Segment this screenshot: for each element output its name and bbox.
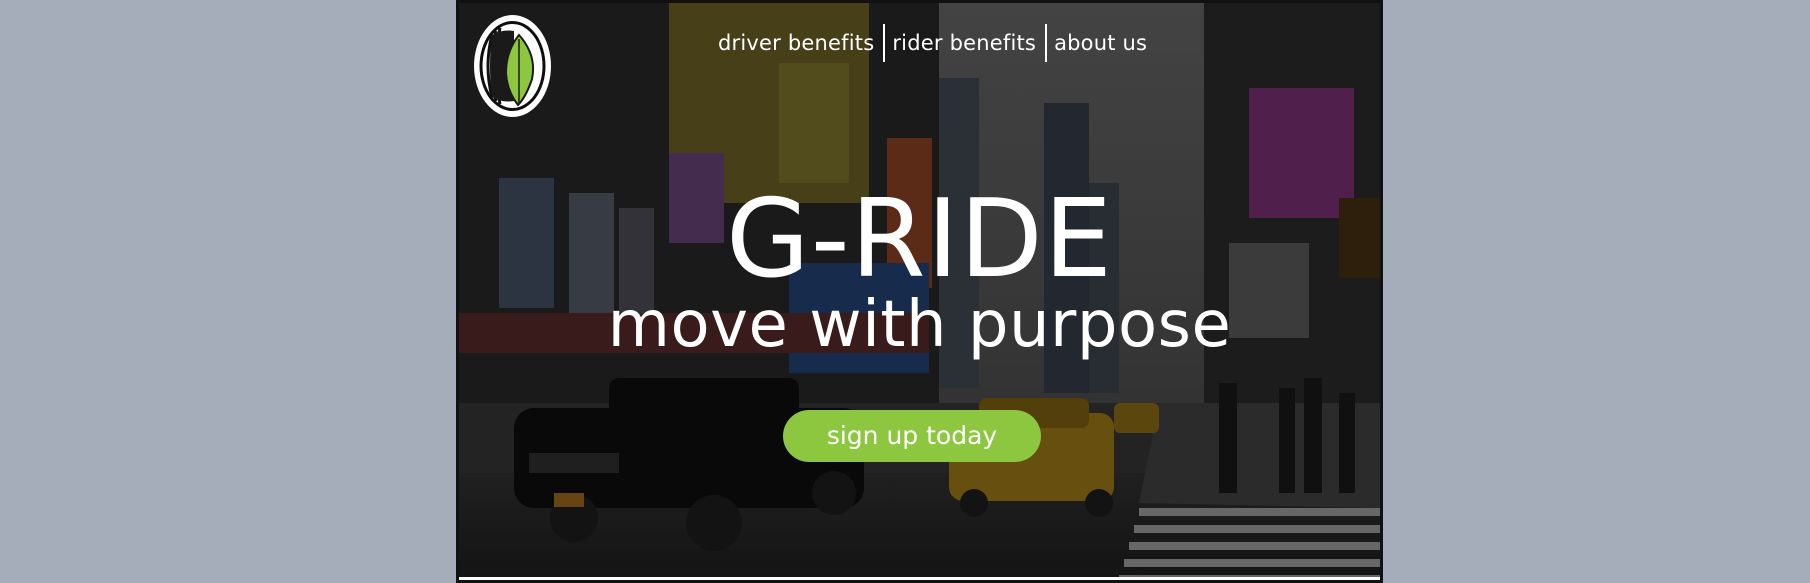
nav-link-driver-benefits[interactable]: driver benefits [718,23,883,63]
top-navigation: driver benefits rider benefits about us [718,23,1156,63]
hero-tagline: move with purpose [607,288,1232,362]
nav-link-about-us[interactable]: about us [1047,23,1156,63]
nav-link-rider-benefits[interactable]: rider benefits [885,23,1045,63]
tire-leaf-logo[interactable] [474,15,551,117]
hero-title: G-RIDE [726,177,1113,302]
sign-up-button[interactable]: sign up today [783,410,1041,462]
landing-page-frame: driver benefits rider benefits about us … [456,0,1383,583]
